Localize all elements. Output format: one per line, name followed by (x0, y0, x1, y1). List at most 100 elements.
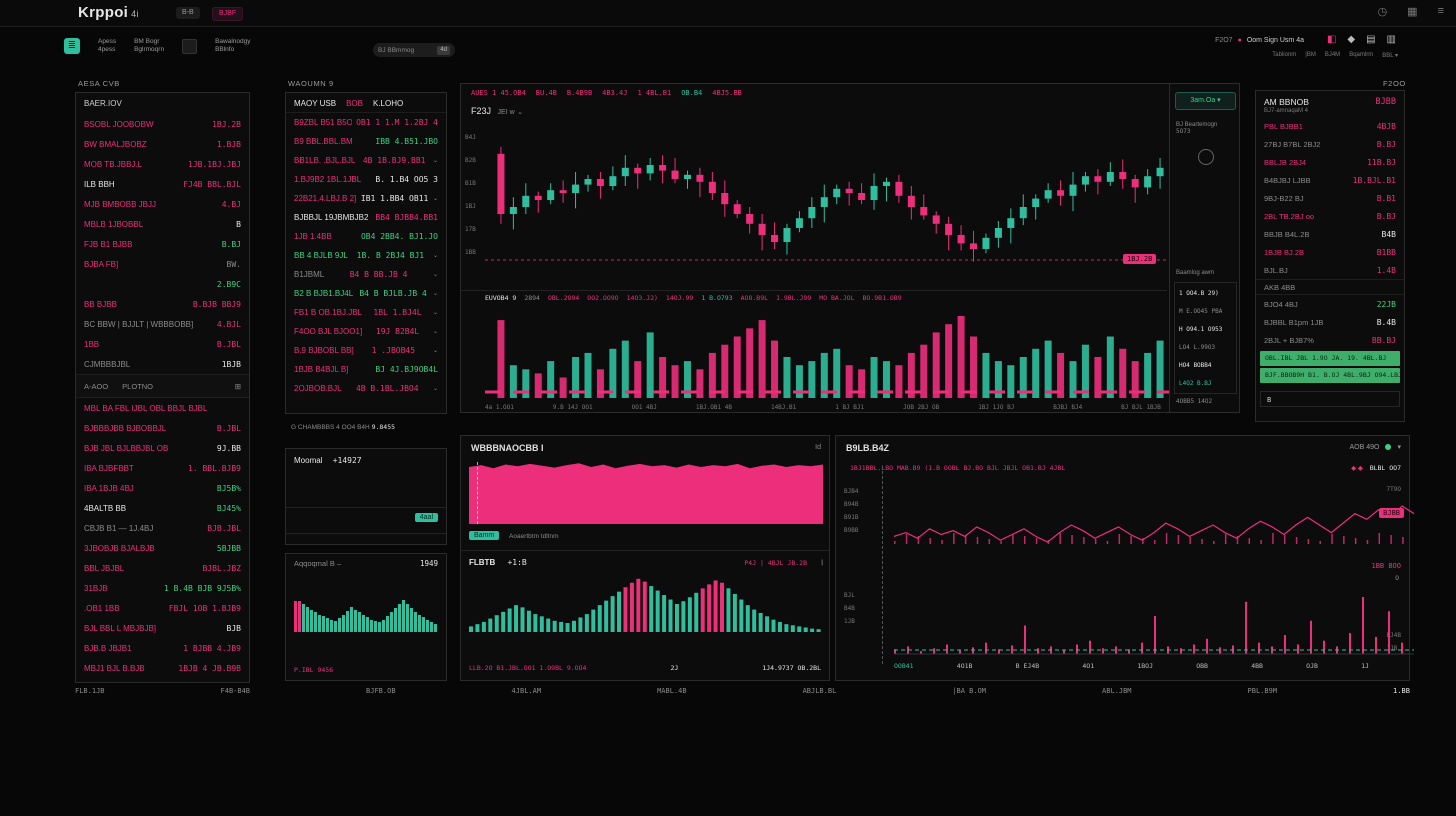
market-row[interactable]: B9 BBL.BBL.BMIBB 4.B51.JBO (286, 132, 446, 151)
highlighted-row[interactable]: OBL.IBL JBL 1.9O JA. 19. 4BL.BJ (1260, 351, 1400, 366)
indicator-circle-icon[interactable] (1198, 149, 1214, 165)
toolbar-icon[interactable]: ▥ (1387, 34, 1396, 45)
watchlist-row[interactable]: BC BBW | BJJLT | WBBBOBB]4.BJL (76, 314, 249, 334)
toolbar-checkbox[interactable] (182, 39, 197, 54)
stats-row[interactable]: BJL.BJ1.4B (1256, 261, 1404, 279)
toolbar-icon[interactable]: ▤ (1366, 34, 1375, 45)
toolbar-sub-item[interactable]: Bqamlrm (1349, 52, 1373, 59)
market-row[interactable]: FB1 B OB.1BJ.JBL1BL 1.BJ4L⌄ (286, 303, 446, 322)
watchlist-row[interactable]: FJB B1 BJBBB.BJ (76, 234, 249, 254)
search-shortcut-badge: 4d (437, 46, 450, 55)
watchlist-row[interactable]: BBL JBJBLBJBL.JBZ (76, 558, 249, 578)
depth-histogram[interactable] (469, 574, 823, 632)
diamond-icons: ◆ ◆ (1351, 465, 1363, 472)
mini-histogram[interactable] (294, 576, 438, 632)
market-row[interactable]: 2OJBOB.BJL4B B.1BL.JBO4⌄ (286, 379, 446, 398)
toolbar-icon[interactable]: ◧ (1327, 34, 1336, 45)
market-row[interactable]: B9ZBL B51 B5O29OB1 1 1.M 1.2BJ 4 (286, 113, 446, 132)
watchlist-row[interactable]: .OB1 1BBFBJL 1OB 1.BJB9 (76, 598, 249, 618)
watchlist-row[interactable]: 31BJB1 B.4B BJB 9J5B% (76, 578, 249, 598)
depth-title-right[interactable]: Id (815, 444, 821, 451)
watchlist-row[interactable]: MJB BMBOBB JBJJ4.BJ (76, 194, 249, 214)
spike-histogram[interactable] (894, 586, 1414, 662)
market-row[interactable]: B2 B BJB1.BJ4LB4 B BJLB.JB 4⌄ (286, 284, 446, 303)
price-line-chart[interactable] (894, 498, 1414, 544)
watchlist-row[interactable]: BW BMALJBOBZ1.BJB (76, 134, 249, 154)
side-caption-2: 5O73 (1170, 128, 1241, 135)
watchlist-row[interactable]: CJMBBBJBL1BJB (76, 354, 249, 374)
stats-row[interactable]: BBLJB 2BJ411B.BJ (1256, 153, 1404, 171)
stats-row[interactable]: 2BL TB.2BJ ooB.BJ (1256, 207, 1404, 225)
account-status[interactable]: F2O7 ● Oom Sign Usm 4a (1215, 37, 1304, 44)
watchlist-row[interactable]: IBA 1BJB 4BJBJ5B% (76, 478, 249, 498)
stats-row[interactable]: PBL BJBB14BJB (1256, 117, 1404, 135)
watchlist-row[interactable]: 4BALTB BBBJ45% (76, 498, 249, 518)
depth-badge[interactable]: Bamm (469, 531, 499, 540)
toolbar-icon[interactable]: ◆ (1347, 34, 1355, 45)
watchlist-row[interactable]: MBL BA FBL IJBL OBL BBJL BJBL (76, 398, 249, 418)
highlighted-row[interactable]: BJF.BBOB9H B1. B.OJ 4BL.9BJ O94.LBJ (1260, 368, 1400, 383)
watchlist-row[interactable]: MBJ1 BJL B.BJB1BJB 4 JB.B9B (76, 658, 249, 678)
market-row[interactable]: BB 4 BJLB 9JL1B. B 2BJ4 BJ1⌄ (286, 246, 446, 265)
watchlist-row[interactable]: BJBA FB]BW. (76, 254, 249, 274)
stats-row[interactable]: 9BJ-B22 BJB.B1 (1256, 189, 1404, 207)
app-logo[interactable]: Krppoi4i (78, 4, 139, 21)
interval-button[interactable]: 3am.Oa ▾ (1175, 92, 1236, 110)
stats-row[interactable]: B4BJBJ LJBB1B.BJL.B1 (1256, 171, 1404, 189)
watchlist-row[interactable]: BJBBBJBB BJBOBBJLB.JBL (76, 418, 249, 438)
market-row[interactable]: F4OO BJL BJOO1]19J B2B4L⌄ (286, 322, 446, 341)
asset-icon[interactable]: ≣ (64, 38, 80, 54)
watchlist-row[interactable]: MBLB 1JBOBBLB (76, 214, 249, 234)
watchlist-row[interactable]: IBA BJBFBBT1. BBL.BJB9 (76, 458, 249, 478)
watchlist-row[interactable]: MOB TB.JBBJ.L1JB.1BJ.JBJ (76, 154, 249, 174)
watchlist-row[interactable]: BSOBL JOOBOBW1BJ.2B (76, 114, 249, 134)
search-input[interactable]: BJ BBmmog 4d (373, 43, 455, 57)
watchlist-row[interactable]: ILB BBHFJ4B BBL.BJL (76, 174, 249, 194)
market-row[interactable]: B1JBMLB4 B BB.JB 4⌄ (286, 265, 446, 284)
market-row[interactable]: B.9 BJBOBL BB]1 .JBOB45⌄ (286, 341, 446, 360)
market-panel: MAOY USBBOBK.LOHO B9ZBL B51 B5O29OB1 1 1… (285, 75, 447, 690)
toolbar-label-2[interactable]: BM BogrBglrmoqrn (134, 38, 164, 54)
topbar-icon[interactable]: ◷ (1378, 5, 1388, 18)
watchlist-row[interactable]: 2.B9C (76, 274, 249, 294)
topbar-pill-1[interactable]: B-B (176, 7, 200, 19)
market-row[interactable]: 1.BJ9B2 1BL.1JBLB. 1.B4 OO5 3 (286, 170, 446, 189)
toolbar-label-1[interactable]: Apess4pess (98, 38, 116, 54)
market-row[interactable]: BJBBJL 19JBMBJB2BB4 BJBB4.BB1 (286, 208, 446, 227)
watchlist-row[interactable]: 1BBB.JBL (76, 334, 249, 354)
watchlist-row[interactable]: CBJB B1 — 1J.4BJBJB.JBL (76, 518, 249, 538)
stats-row[interactable]: 27BJ B7BL 2BJ2B.BJ (1256, 135, 1404, 153)
toolbar-sub-item[interactable]: |BM (1305, 52, 1316, 59)
topbar-icon[interactable]: ≡ (1438, 5, 1444, 18)
topbar-pill-2[interactable]: BJBF (212, 7, 243, 21)
stats-row[interactable]: 1BJB BJ.2BB1BB (1256, 243, 1404, 261)
market-row[interactable]: 1BJB B4BJL B]BJ 4J.BJ9OB4L (286, 360, 446, 379)
volume-svg[interactable] (485, 310, 1169, 398)
volume-chart[interactable] (485, 310, 1169, 403)
toolbar-sub-item[interactable]: BBL ▾ (1382, 52, 1398, 59)
watchlist-row[interactable]: BJL BBL L MBJBJB]BJB (76, 618, 249, 638)
candle-svg[interactable] (485, 129, 1169, 289)
toolbar-label-3[interactable]: BawalnodgyBBlnfo (215, 38, 250, 54)
toolbar-sub-item[interactable]: BJ4M (1325, 52, 1340, 59)
watchlist-row[interactable]: BB BJBBB.BJB BBJ9 (76, 294, 249, 314)
watchlist-row[interactable]: BJB.B JBJB11 BJBB 4.JB9 (76, 638, 249, 658)
bottom-chart-controls[interactable]: AOB 49O ▾ (1350, 443, 1401, 451)
watchlist-row[interactable]: 3JBOBJB BJALBJB5BJBB (76, 538, 249, 558)
stats-row[interactable]: BJO4 4BJ22JB (1256, 295, 1404, 313)
moomal-badge[interactable]: 4aal (415, 513, 438, 522)
market-row[interactable]: BB1LB. .BJL.BJL4B 1B.BJ9.BB1⌄ (286, 151, 446, 170)
toolbar-sub-item[interactable]: Tablionm (1272, 52, 1296, 59)
stats-row[interactable]: 2BJL + BJB7%BB.BJ (1256, 331, 1404, 349)
pair-selector[interactable]: F23J JEI w ⌄ (471, 106, 523, 116)
watchlist-row[interactable]: BJB JBL BJLBBJBL OB9J.BB (76, 438, 249, 458)
stats-row[interactable]: BJBBL B1pm 1JBB.4B (1256, 313, 1404, 331)
stats-row[interactable]: BBJB B4L.2BB4B (1256, 225, 1404, 243)
market-row[interactable]: 1JB 1.4BBOB4 2BB4. BJ1.JO (286, 227, 446, 246)
stats-row[interactable]: AKB 4BB (1256, 279, 1404, 295)
stats-bottom-field[interactable]: B (1260, 391, 1400, 407)
market-row[interactable]: 22B21.4.LBJ.B 2]IB1 1.BB4 OB11⌄ (286, 189, 446, 208)
topbar-icon[interactable]: ▦ (1407, 5, 1417, 18)
candlestick-chart[interactable] (485, 129, 1169, 294)
depth-area-chart[interactable] (469, 462, 823, 524)
